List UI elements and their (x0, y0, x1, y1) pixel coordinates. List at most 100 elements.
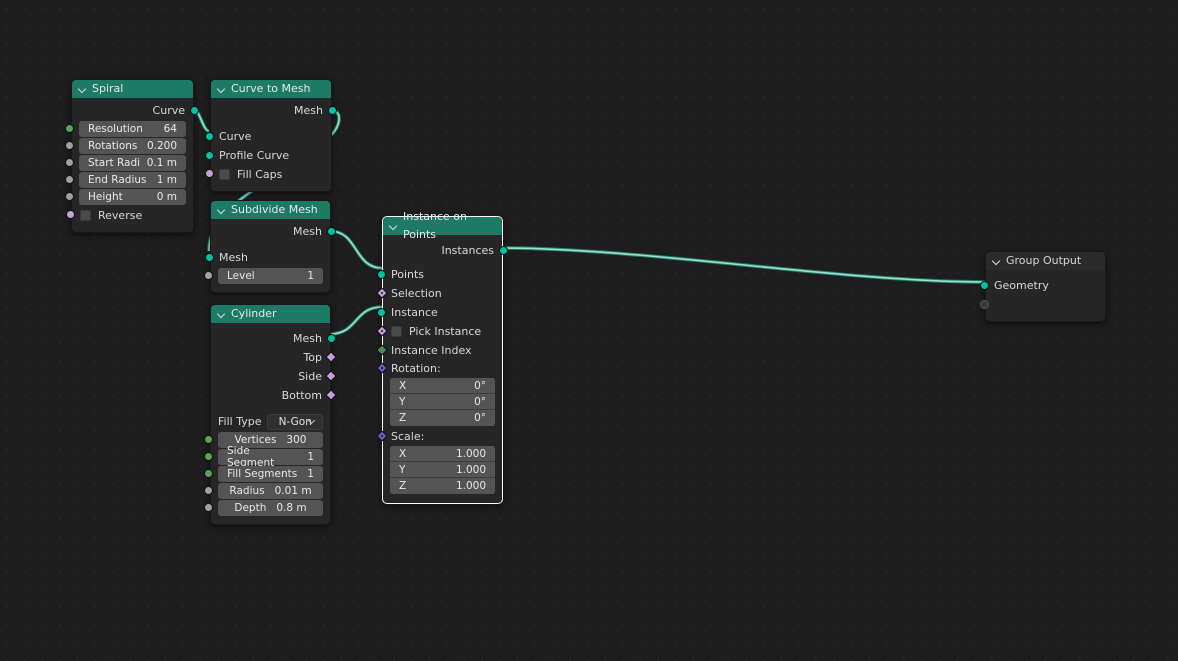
chevron-down-icon[interactable] (217, 85, 226, 94)
socket-instances-output[interactable] (499, 246, 508, 255)
socket-subdivide-mesh-input[interactable] (205, 253, 214, 262)
node-instance-on-points-header[interactable]: Instance on Points (383, 210, 502, 241)
field-radius[interactable]: Radius 0.01 m (204, 483, 323, 499)
socket-geometry-input[interactable] (980, 281, 989, 290)
socket-instance-input[interactable] (377, 308, 386, 317)
socket-label-selection: Selection (391, 287, 442, 300)
field-rotation-x[interactable]: X 0° (390, 378, 495, 394)
socket-row-subdivide-mesh-out: Mesh (211, 222, 336, 241)
socket-spiral-end-radius[interactable] (65, 175, 74, 184)
chevron-down-icon[interactable] (217, 310, 226, 319)
socket-empty-input[interactable] (980, 300, 989, 309)
node-curve-to-mesh[interactable]: Curve to Mesh Mesh Curve Profile Curve F… (205, 79, 337, 192)
socket-row-curvetomesh-profile-in: Profile Curve (205, 146, 331, 165)
field-rotation-y-label: Y (399, 395, 406, 408)
socket-cylinder-side-output[interactable] (325, 370, 337, 382)
socket-label-cyl-side: Side (298, 370, 322, 383)
socket-cylinder-side-segments[interactable] (204, 452, 213, 461)
socket-spiral-resolution[interactable] (65, 124, 74, 133)
dropdown-row-fill-type[interactable]: Fill Type N-Gon (211, 412, 330, 431)
node-instance-on-points[interactable]: Instance on Points Instances Points Sele… (376, 210, 508, 504)
socket-spiral-rotations[interactable] (65, 141, 74, 150)
field-height[interactable]: Height 0 m (65, 189, 186, 205)
node-cylinder[interactable]: Cylinder Mesh Top Side Bottom Fill Type (204, 304, 337, 525)
field-rotation-y[interactable]: Y 0° (390, 394, 495, 410)
socket-label-mesh-out: Mesh (293, 225, 322, 238)
socket-instance-index[interactable] (376, 344, 388, 356)
dropdown-fill-type[interactable]: N-Gon (267, 413, 323, 430)
checkrow-pick-instance[interactable]: Pick Instance (376, 322, 502, 341)
field-fill-segments-label: Fill Segments (227, 468, 298, 480)
socket-curvetomesh-profile-input[interactable] (205, 151, 214, 160)
socket-row-curvetomesh-curve-in: Curve (205, 127, 331, 146)
field-side-segments[interactable]: Side Segment 1 (204, 445, 323, 469)
node-group-output[interactable]: Group Output Geometry (980, 251, 1106, 322)
socket-spiral-reverse[interactable] (66, 210, 75, 219)
socket-curvetomesh-mesh-output[interactable] (328, 106, 337, 115)
socket-cylinder-vertices[interactable] (204, 435, 213, 444)
socket-points-input[interactable] (377, 270, 386, 279)
node-subdivide-mesh-header[interactable]: Subdivide Mesh (211, 201, 330, 219)
link-subdivide-to-instanceonpoints (329, 229, 383, 270)
field-scale-x[interactable]: X 1.000 (390, 446, 495, 462)
socket-cylinder-depth[interactable] (204, 503, 213, 512)
socket-curvetomesh-curve-input[interactable] (205, 132, 214, 141)
checkbox-fill-caps[interactable] (219, 169, 230, 180)
socket-spiral-height[interactable] (65, 192, 74, 201)
socket-subdivide-level[interactable] (204, 271, 213, 280)
node-spiral-header[interactable]: Spiral (72, 80, 193, 98)
node-group-output-header[interactable]: Group Output (986, 252, 1105, 270)
field-rotation-z[interactable]: Z 0° (390, 410, 495, 426)
chevron-down-icon[interactable] (78, 85, 87, 94)
socket-cylinder-mesh-output[interactable] (327, 334, 336, 343)
field-level[interactable]: Level 1 (204, 268, 323, 284)
field-rotations[interactable]: Rotations 0.200 (65, 138, 186, 154)
field-radius-value: 0.01 m (274, 485, 312, 497)
socket-spiral-curve-output[interactable] (190, 106, 199, 115)
field-fill-segments[interactable]: Fill Segments 1 (204, 466, 323, 482)
vector-scale[interactable]: X 1.000 Y 1.000 Z 1.000 (390, 446, 495, 494)
node-cylinder-header[interactable]: Cylinder (211, 305, 330, 323)
socket-curvetomesh-fillcaps[interactable] (205, 169, 214, 178)
field-rotations-label: Rotations (88, 140, 138, 152)
field-rotation-x-value: 0° (474, 379, 486, 392)
socket-spiral-start-radius[interactable] (65, 158, 74, 167)
vector-rotation[interactable]: X 0° Y 0° Z 0° (390, 378, 495, 426)
checkrow-reverse[interactable]: Reverse (66, 206, 193, 225)
socket-selection-input[interactable] (376, 287, 388, 299)
field-resolution[interactable]: Resolution 64 (65, 121, 186, 137)
field-scale-z[interactable]: Z 1.000 (390, 478, 495, 494)
socket-cylinder-top-output[interactable] (325, 351, 337, 363)
field-scale-y[interactable]: Y 1.000 (390, 462, 495, 478)
socket-label-cyl-mesh: Mesh (293, 332, 322, 345)
link-instanceonpoints-to-groupoutput-core (502, 247, 986, 283)
checkbox-reverse[interactable] (80, 210, 91, 221)
socket-scale[interactable] (376, 430, 388, 442)
checkrow-fill-caps[interactable]: Fill Caps (205, 165, 331, 184)
field-start-radius[interactable]: Start Radi 0.1 m (65, 155, 186, 171)
socket-label-mesh: Mesh (294, 104, 323, 117)
socket-row-cylinder-top-out: Top (211, 348, 337, 367)
chevron-down-icon[interactable] (389, 222, 398, 231)
socket-cylinder-radius[interactable] (204, 486, 213, 495)
node-subdivide-mesh[interactable]: Subdivide Mesh Mesh Mesh Level 1 (204, 200, 336, 293)
socket-cylinder-fill-segments[interactable] (204, 469, 213, 478)
socket-row-geometry-in: Geometry (980, 276, 1105, 295)
field-end-radius[interactable]: End Radius 1 m (65, 172, 186, 188)
chevron-down-icon[interactable] (992, 257, 1001, 266)
socket-pick-instance[interactable] (376, 325, 388, 337)
socket-cylinder-bottom-output[interactable] (325, 389, 337, 401)
socket-subdivide-mesh-output[interactable] (327, 227, 336, 236)
node-spiral[interactable]: Spiral Curve Resolution 64 Rotations 0.2… (65, 79, 199, 233)
socket-label-cyl-top: Top (303, 351, 322, 364)
field-depth[interactable]: Depth 0.8 m (204, 500, 323, 516)
socket-rotation[interactable] (376, 362, 388, 374)
field-height-value: 0 m (156, 191, 177, 203)
checkbox-pick-instance[interactable] (391, 326, 402, 337)
socket-label-profile-curve: Profile Curve (219, 149, 290, 162)
chevron-down-icon[interactable] (217, 206, 226, 215)
field-level-label: Level (227, 270, 255, 282)
socket-row-instance-in: Instance (377, 303, 502, 322)
node-editor-canvas[interactable]: Spiral Curve Resolution 64 Rotations 0.2… (0, 0, 1178, 661)
node-curve-to-mesh-header[interactable]: Curve to Mesh (211, 80, 331, 98)
